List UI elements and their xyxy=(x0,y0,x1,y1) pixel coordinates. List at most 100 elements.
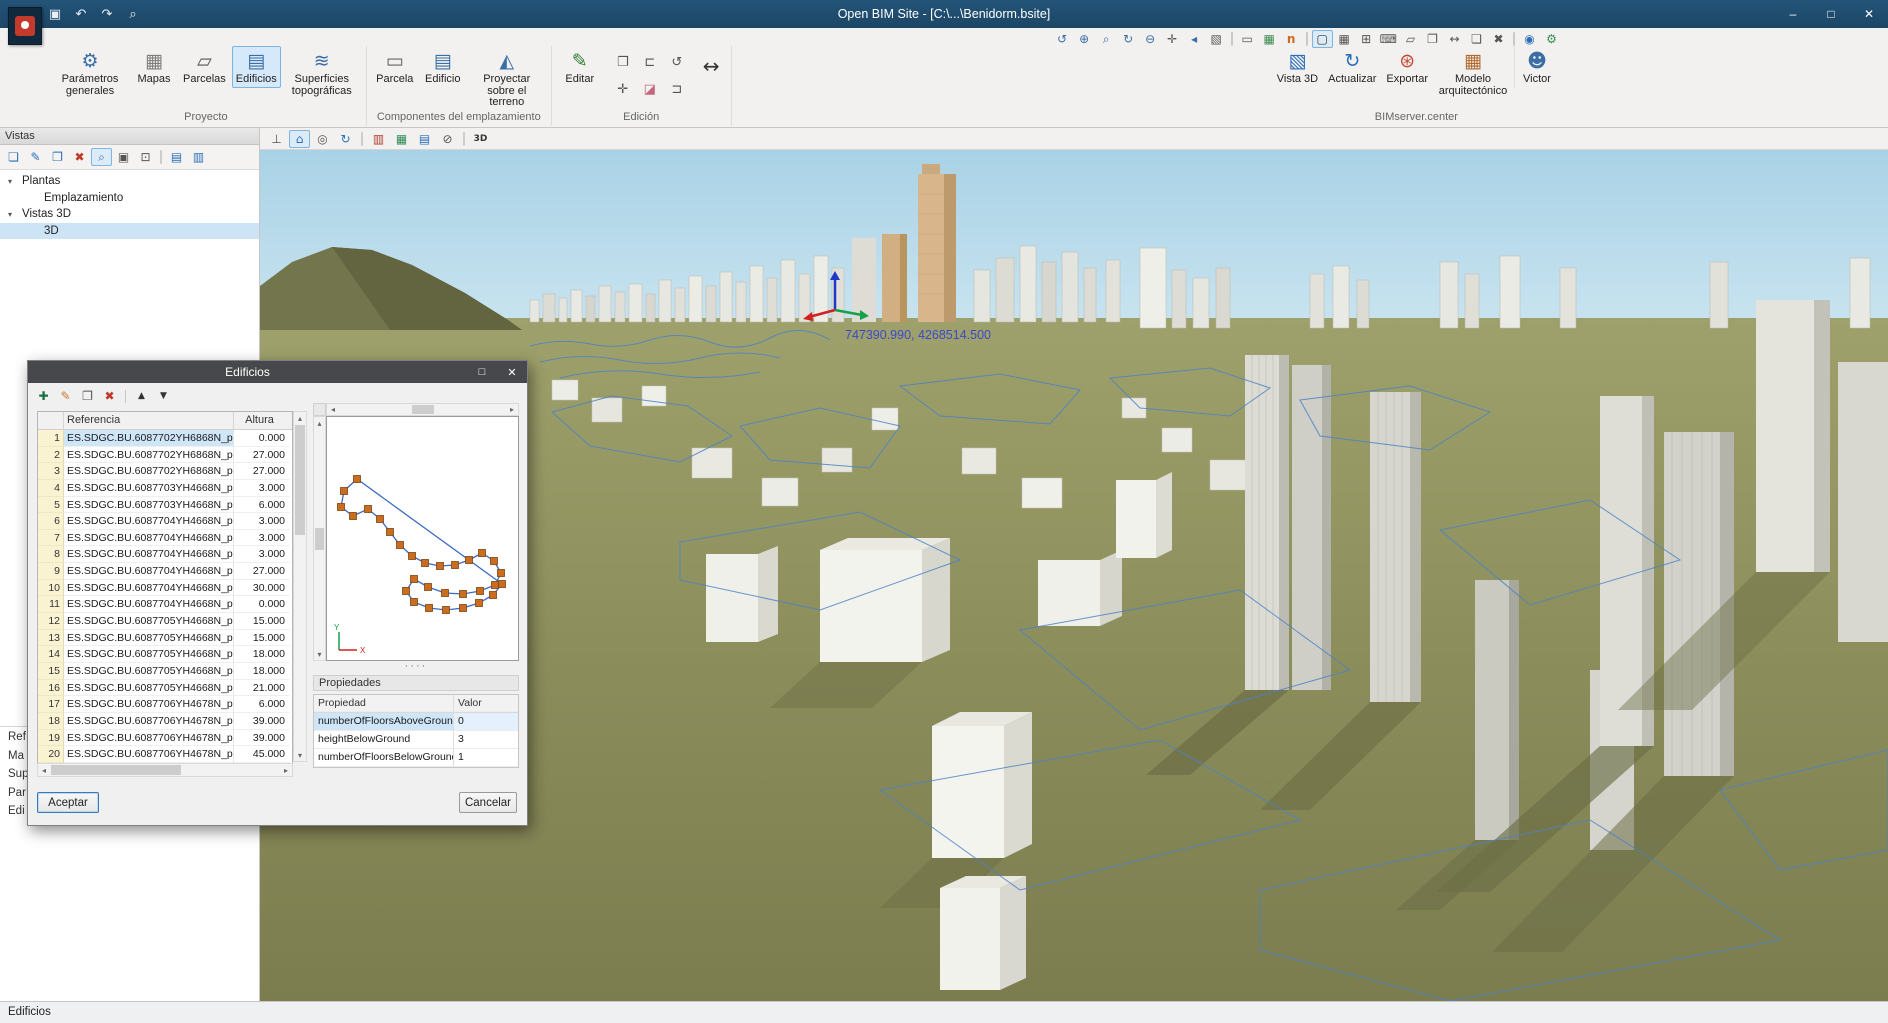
mirror-tool-icon[interactable]: ⊐ xyxy=(665,77,689,101)
table-row[interactable]: 17 ES.SDGC.BU.6087706YH4678N_part1 6.000 xyxy=(38,696,292,713)
snapshot-region-icon[interactable]: ⊡ xyxy=(135,148,156,166)
referencia-header[interactable]: Referencia xyxy=(64,412,234,429)
scroll-right-icon[interactable]: ▸ xyxy=(506,404,518,416)
table-row[interactable]: 7 ES.SDGC.BU.6087704YH4668N_part2 3.000 xyxy=(38,530,292,547)
tree-item-emplazamiento[interactable]: Emplazamiento xyxy=(0,190,259,207)
table-row[interactable]: 10 ES.SDGC.BU.6087704YH4668N_part5 30.00… xyxy=(38,580,292,597)
new-view-icon[interactable]: ❏ xyxy=(3,148,24,166)
table-row[interactable]: 1 ES.SDGC.BU.6087702YH6868N_part1 0.000 xyxy=(38,430,292,447)
superficies-topograficas-button[interactable]: ≋ Superficies topográficas xyxy=(283,46,361,99)
exportar-button[interactable]: ⊛ Exportar xyxy=(1382,46,1432,88)
buildings-layer-icon[interactable]: ▥ xyxy=(368,130,389,148)
property-row[interactable]: numberOfFloorsAboveGround 0 xyxy=(314,713,518,731)
victor-user-button[interactable]: ☻ Victor xyxy=(1514,46,1560,88)
orientation-icon[interactable]: ⌂ xyxy=(289,130,310,148)
table-row[interactable]: 9 ES.SDGC.BU.6087704YH4668N_part4 27.000 xyxy=(38,563,292,580)
table-vertical-scrollbar[interactable]: ▴ ▾ xyxy=(293,411,307,762)
close-button[interactable]: ✕ xyxy=(1850,0,1888,28)
scroll-thumb[interactable] xyxy=(51,765,181,775)
splitter-handle[interactable]: ···· xyxy=(313,663,519,672)
table-row[interactable]: 8 ES.SDGC.BU.6087704YH4668N_part3 3.000 xyxy=(38,546,292,563)
edit-view-icon[interactable]: ✎ xyxy=(25,148,46,166)
terrain-layer-icon[interactable]: ▦ xyxy=(391,130,412,148)
table-row[interactable]: 19 ES.SDGC.BU.6087706YH4678N_part3 39.00… xyxy=(38,730,292,747)
redo-icon[interactable]: ↷ xyxy=(98,5,116,23)
scroll-right-icon[interactable]: ▸ xyxy=(280,764,292,776)
parcelas-button[interactable]: ▱ Parcelas xyxy=(179,46,230,88)
propiedad-header[interactable]: Propiedad xyxy=(314,695,454,712)
move-down-icon[interactable]: ▼ xyxy=(155,388,172,404)
table-row[interactable]: 3 ES.SDGC.BU.6087702YH6868N_part3 27.000 xyxy=(38,463,292,480)
edificio-button[interactable]: ▤ Edificio xyxy=(420,46,466,88)
parcela-button[interactable]: ▭ Parcela xyxy=(372,46,418,88)
move-tool-icon[interactable]: ✛ xyxy=(611,77,635,101)
orbit-3d-icon[interactable]: ↻ xyxy=(335,130,356,148)
scroll-down-icon[interactable]: ▾ xyxy=(294,749,306,761)
mapas-button[interactable]: ▦ Mapas xyxy=(131,46,177,88)
dialog-close-button[interactable]: ✕ xyxy=(497,361,527,383)
parcels-layer-icon[interactable]: ▤ xyxy=(414,130,435,148)
copy-row-icon[interactable]: ❐ xyxy=(79,388,96,404)
scroll-up-icon[interactable]: ▴ xyxy=(314,417,326,429)
duplicate-view-icon[interactable]: ❐ xyxy=(47,148,68,166)
scroll-up-icon[interactable]: ▴ xyxy=(294,412,306,424)
edificios-button[interactable]: ▤ Edificios xyxy=(232,46,281,88)
tree-group-plantas[interactable]: ▾Plantas xyxy=(0,173,259,190)
modelo-arquitectonico-button[interactable]: ▦ Modelo arquitectónico xyxy=(1434,46,1512,99)
add-row-icon[interactable]: ✚ xyxy=(35,388,52,404)
property-value[interactable]: 1 xyxy=(454,749,518,767)
scroll-left-icon[interactable]: ◂ xyxy=(327,404,339,416)
proyectar-terreno-button[interactable]: ◭ Proyectar sobre el terreno xyxy=(468,46,546,111)
scroll-thumb[interactable] xyxy=(295,425,305,535)
visibility-icon[interactable]: ◎ xyxy=(312,130,333,148)
tree-group-vistas-3d[interactable]: ▾Vistas 3D xyxy=(0,206,259,223)
aceptar-button[interactable]: Aceptar xyxy=(37,792,99,813)
table-horizontal-scrollbar[interactable]: ◂ ▸ xyxy=(37,763,293,777)
copy-tool-icon[interactable]: ❐ xyxy=(611,50,635,74)
save-icon[interactable]: ▣ xyxy=(46,5,64,23)
scroll-left-icon[interactable]: ◂ xyxy=(38,764,50,776)
move-up-icon[interactable]: ▲ xyxy=(133,388,150,404)
measure-tool-icon[interactable]: ↔ xyxy=(703,54,720,78)
table-row[interactable]: 18 ES.SDGC.BU.6087706YH4678N_part2 39.00… xyxy=(38,713,292,730)
valor-header[interactable]: Valor xyxy=(454,695,518,712)
table-row[interactable]: 11 ES.SDGC.BU.6087704YH4668N_part6 0.000 xyxy=(38,596,292,613)
parametros-generales-button[interactable]: ⚙ Parámetros generales xyxy=(51,46,129,99)
scroll-thumb[interactable] xyxy=(315,528,324,550)
work-plane-icon[interactable]: ⊥ xyxy=(266,130,287,148)
scroll-thumb[interactable] xyxy=(412,405,434,414)
undo-icon[interactable]: ↶ xyxy=(72,5,90,23)
minimize-button[interactable]: – xyxy=(1774,0,1812,28)
scroll-down-icon[interactable]: ▾ xyxy=(314,648,326,660)
edit-row-icon[interactable]: ✎ xyxy=(57,388,74,404)
delete-row-icon[interactable]: ✖ xyxy=(101,388,118,404)
property-value[interactable]: 3 xyxy=(454,731,518,749)
table-row[interactable]: 4 ES.SDGC.BU.6087703YH4668N_part1 3.000 xyxy=(38,480,292,497)
vista-3d-button[interactable]: ▧ Vista 3D xyxy=(1273,46,1322,88)
tree-item-3d[interactable]: 3D xyxy=(0,223,259,240)
erase-tool-icon[interactable]: ◪ xyxy=(638,77,662,101)
preview-canvas[interactable]: Y X xyxy=(326,416,519,661)
table-row[interactable]: 16 ES.SDGC.BU.6087705YH4668N_part5 21.00… xyxy=(38,680,292,697)
preview-horizontal-scrollbar[interactable]: ◂ ▸ xyxy=(326,403,519,416)
offset-tool-icon[interactable]: ⊏ xyxy=(638,50,662,74)
table-row[interactable]: 6 ES.SDGC.BU.6087704YH4668N_part1 3.000 xyxy=(38,513,292,530)
actualizar-button[interactable]: ↻ Actualizar xyxy=(1324,46,1380,88)
maximize-button[interactable]: □ xyxy=(1812,0,1850,28)
view-3d-mode-icon[interactable]: 3D xyxy=(470,130,491,148)
altura-header[interactable]: Altura xyxy=(234,412,290,429)
rotate-tool-icon[interactable]: ↺ xyxy=(665,50,689,74)
open-plan-alt-icon[interactable]: ▥ xyxy=(188,148,209,166)
table-row[interactable]: 12 ES.SDGC.BU.6087705YH4668N_part1 15.00… xyxy=(38,613,292,630)
table-row[interactable]: 2 ES.SDGC.BU.6087702YH6868N_part2 27.000 xyxy=(38,447,292,464)
property-row[interactable]: numberOfFloorsBelowGround 1 xyxy=(314,749,518,767)
table-row[interactable]: 13 ES.SDGC.BU.6087705YH4668N_part2 15.00… xyxy=(38,630,292,647)
delete-view-icon[interactable]: ✖ xyxy=(69,148,90,166)
snapshot-icon[interactable]: ▣ xyxy=(113,148,134,166)
dialog-maximize-button[interactable]: □ xyxy=(467,361,497,383)
hide-layer-icon[interactable]: ⊘ xyxy=(437,130,458,148)
table-row[interactable]: 15 ES.SDGC.BU.6087705YH4668N_part4 18.00… xyxy=(38,663,292,680)
table-row[interactable]: 20 ES.SDGC.BU.6087706YH4678N_part4 45.00… xyxy=(38,746,292,763)
app-menu-button[interactable] xyxy=(8,7,42,45)
open-plan-icon[interactable]: ▤ xyxy=(166,148,187,166)
